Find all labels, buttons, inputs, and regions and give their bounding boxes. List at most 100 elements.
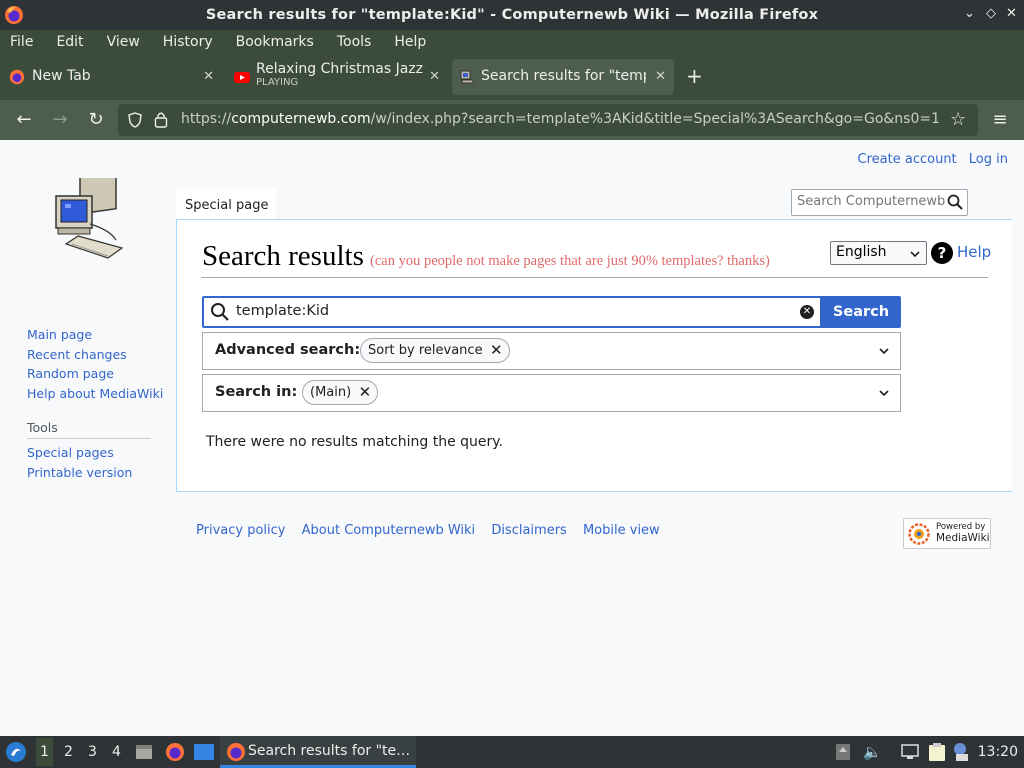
search-input[interactable]: template:Kid ✕ <box>202 296 822 328</box>
firefox-icon <box>5 6 23 24</box>
heading-divider <box>201 277 988 278</box>
search-in-panel[interactable]: Search in: (Main) ✕ <box>202 374 901 412</box>
hamburger-menu-icon[interactable]: ≡ <box>988 108 1012 132</box>
menu-history[interactable]: History <box>163 34 213 50</box>
sidebar-item-recent-changes[interactable]: Recent changes <box>27 345 163 365</box>
footer-mobile-view-link[interactable]: Mobile view <box>583 523 660 538</box>
menu-view[interactable]: View <box>107 34 140 50</box>
help-link[interactable]: Help <box>957 243 991 261</box>
window-title: Search results for "template:Kid" - Comp… <box>205 7 819 23</box>
volume-icon[interactable]: 🔈 <box>863 743 882 761</box>
advanced-search-panel[interactable]: Advanced search: Sort by relevance ✕ <box>202 332 901 370</box>
minimize-icon[interactable]: ⌄ <box>964 6 975 21</box>
tab-search-results[interactable]: Search results for "templ ✕ <box>452 59 674 95</box>
sidebar-item-random-page[interactable]: Random page <box>27 364 163 384</box>
taskbar-firefox-task[interactable]: Search results for "te… <box>220 736 416 768</box>
firefox-icon <box>9 69 25 85</box>
window-titlebar: Search results for "template:Kid" - Comp… <box>0 0 1024 30</box>
header-search[interactable] <box>791 189 968 216</box>
powered-by-mediawiki-badge[interactable]: Powered by MediaWiki <box>903 518 991 549</box>
footer-about-link[interactable]: About Computernewb Wiki <box>302 523 476 538</box>
sidebar-navigation: Main page Recent changes Random page Hel… <box>27 325 163 403</box>
url-text[interactable]: https://computernewb.com/w/index.php?sea… <box>181 111 951 127</box>
network-icon[interactable] <box>900 744 920 760</box>
workspace-1[interactable]: 1 <box>36 738 53 766</box>
search-icon <box>211 303 229 321</box>
special-page-label: Special page <box>185 198 269 213</box>
tab-new-tab[interactable]: New Tab ✕ <box>0 59 222 95</box>
tab-label: New Tab <box>32 68 91 84</box>
workspace-3[interactable]: 3 <box>88 744 97 760</box>
create-account-link[interactable]: Create account <box>858 152 957 167</box>
page-title-note: (can you people not make pages that are … <box>370 253 770 269</box>
shield-icon <box>128 112 142 128</box>
url-bar[interactable]: https://computernewb.com/w/index.php?sea… <box>118 104 978 136</box>
close-tab-icon[interactable]: ✕ <box>429 69 440 84</box>
new-tab-plus-icon[interactable]: + <box>686 64 703 88</box>
chevron-down-icon <box>910 251 920 258</box>
navigation-bar: ← → ↻ https://computernewb.com/w/index.p… <box>0 100 1024 140</box>
web-page: Create account Log in Special page Searc… <box>0 140 1024 736</box>
terminal-icon[interactable] <box>193 743 215 761</box>
footer-disclaimers-link[interactable]: Disclaimers <box>491 523 567 538</box>
footer-links: Privacy policy About Computernewb Wiki D… <box>196 523 672 538</box>
log-in-link[interactable]: Log in <box>969 152 1008 167</box>
back-arrow-icon[interactable]: ← <box>12 108 36 132</box>
tab-strip: New Tab ✕ Relaxing Christmas Jazz M PLAY… <box>0 54 1024 100</box>
tab-label: Search results for "templ <box>481 68 646 84</box>
file-manager-icon[interactable] <box>134 742 154 762</box>
sidebar-tools: Special pages Printable version <box>27 443 132 482</box>
sort-chip[interactable]: Sort by relevance ✕ <box>360 338 510 363</box>
footer-privacy-link[interactable]: Privacy policy <box>196 523 285 538</box>
language-select[interactable]: English <box>830 241 927 265</box>
remove-chip-icon[interactable]: ✕ <box>490 339 503 362</box>
header-search-input[interactable] <box>797 194 947 209</box>
no-results-message: There were no results matching the query… <box>206 434 504 450</box>
close-tab-icon[interactable]: ✕ <box>655 69 666 84</box>
advanced-search-label: Advanced search: <box>215 342 361 358</box>
chevron-down-icon[interactable] <box>878 387 890 399</box>
lock-icon <box>154 112 168 128</box>
language-value: English <box>836 244 887 260</box>
search-input-value[interactable]: template:Kid <box>236 303 329 319</box>
menu-file[interactable]: File <box>10 34 33 50</box>
chevron-down-icon[interactable] <box>878 345 890 357</box>
forward-arrow-icon[interactable]: → <box>48 108 72 132</box>
sidebar-item-printable-version[interactable]: Printable version <box>27 463 132 483</box>
workspace-4[interactable]: 4 <box>112 744 121 760</box>
notification-icon[interactable] <box>953 742 971 762</box>
clock: 13:20 <box>977 744 1018 760</box>
content-area: Search results (can you people not make … <box>176 219 1012 492</box>
sidebar-item-main-page[interactable]: Main page <box>27 325 163 345</box>
close-window-icon[interactable]: ✕ <box>1006 6 1017 21</box>
close-tab-icon[interactable]: ✕ <box>203 69 214 84</box>
reload-icon[interactable]: ↻ <box>84 108 108 132</box>
computer-favicon <box>460 70 474 84</box>
maximize-icon[interactable]: ◇ <box>986 6 996 21</box>
taskbar-task-label: Search results for "te… <box>248 743 411 759</box>
help-icon[interactable]: ? <box>931 242 953 264</box>
search-button[interactable]: Search <box>821 296 901 328</box>
upload-tray-icon[interactable] <box>835 743 851 761</box>
namespace-chip[interactable]: (Main) ✕ <box>302 380 379 405</box>
wiki-logo[interactable] <box>50 178 130 266</box>
firefox-icon[interactable] <box>165 742 185 762</box>
workspace-2[interactable]: 2 <box>64 744 73 760</box>
search-icon[interactable] <box>947 194 963 210</box>
tab-relaxing-jazz[interactable]: Relaxing Christmas Jazz M PLAYING ✕ <box>226 59 448 95</box>
start-menu-icon[interactable] <box>5 741 27 763</box>
sidebar-item-special-pages[interactable]: Special pages <box>27 443 132 463</box>
tab-special-page[interactable]: Special page <box>176 188 276 220</box>
taskbar: 1 2 3 4 Search results for "te… 🔈 13:20 <box>0 736 1024 768</box>
clear-search-icon[interactable]: ✕ <box>800 305 814 319</box>
bookmark-star-icon[interactable]: ☆ <box>950 109 966 130</box>
sidebar-item-help[interactable]: Help about MediaWiki <box>27 384 163 404</box>
clipboard-icon[interactable] <box>928 742 946 762</box>
menu-bookmarks[interactable]: Bookmarks <box>236 34 314 50</box>
remove-chip-icon[interactable]: ✕ <box>359 381 372 404</box>
mediawiki-logo <box>908 523 930 545</box>
menu-help[interactable]: Help <box>394 34 426 50</box>
personal-tools: Create account Log in <box>850 152 1008 167</box>
menu-edit[interactable]: Edit <box>56 34 83 50</box>
menu-tools[interactable]: Tools <box>337 34 372 50</box>
